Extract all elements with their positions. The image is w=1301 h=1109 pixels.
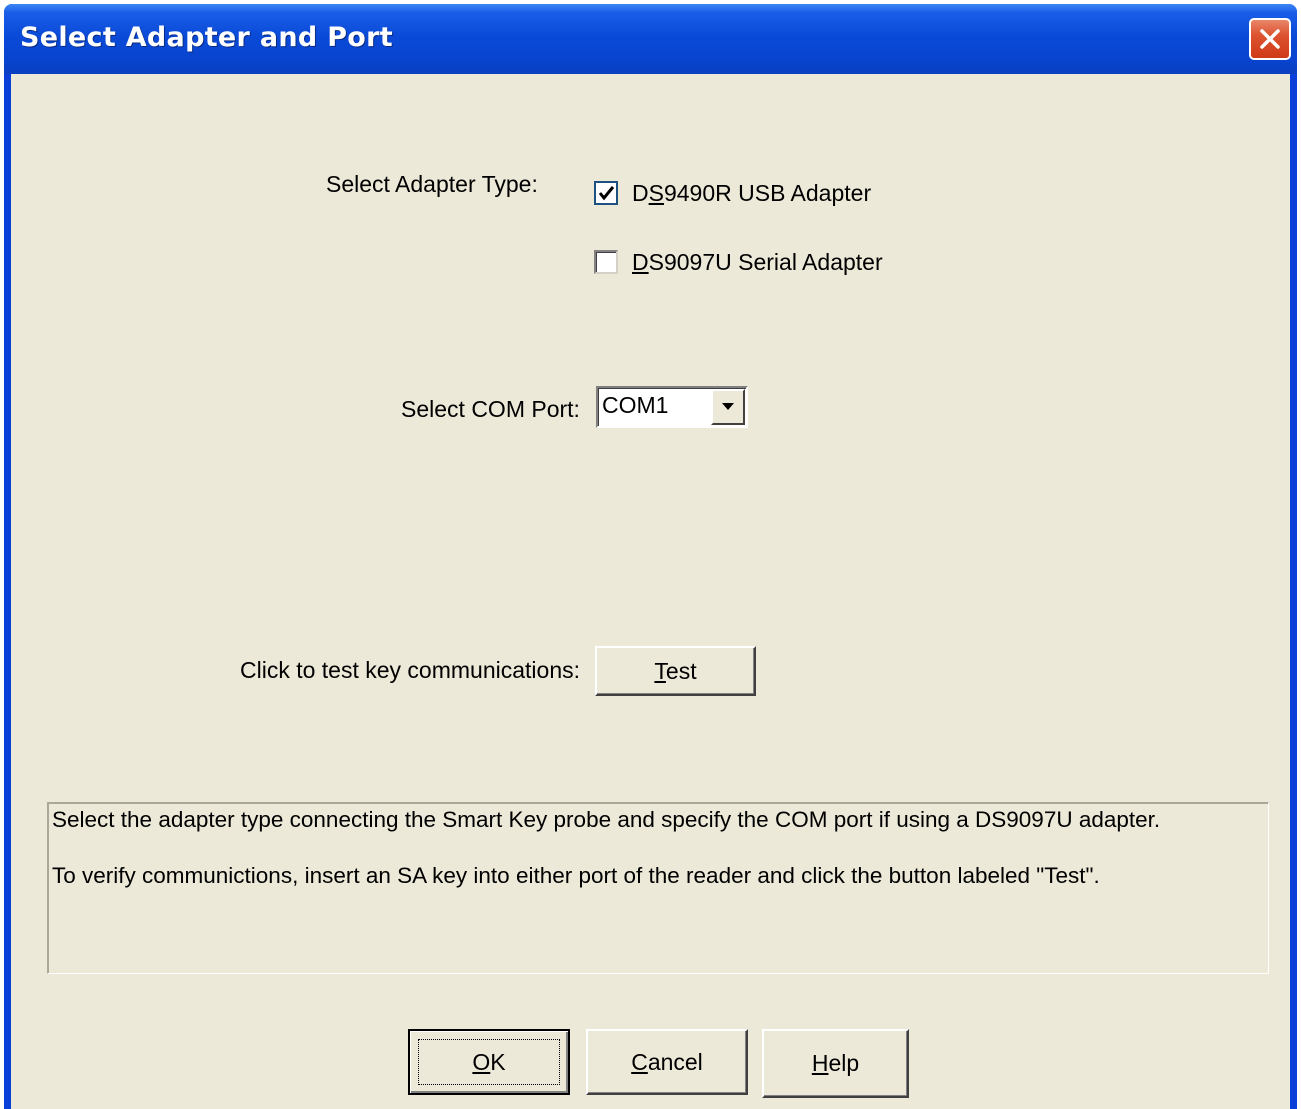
ok-button[interactable]: OK bbox=[408, 1029, 570, 1095]
cancel-button[interactable]: Cancel bbox=[586, 1029, 748, 1095]
cancel-button-label: Cancel bbox=[631, 1048, 703, 1075]
dialog-body: Select Adapter Type: DS9490R USB Adapter… bbox=[11, 74, 1290, 1109]
close-button[interactable] bbox=[1249, 18, 1291, 60]
test-label: Click to test key communications: bbox=[240, 657, 581, 683]
checkmark-icon bbox=[598, 186, 615, 201]
window-title: Select Adapter and Port bbox=[20, 22, 393, 53]
title-bar[interactable]: Select Adapter and Port bbox=[4, 4, 1297, 74]
adapter-type-label: Select Adapter Type: bbox=[326, 171, 538, 197]
checkbox-box[interactable] bbox=[594, 250, 618, 274]
com-port-value: COM1 bbox=[602, 392, 669, 418]
test-button-label: Test bbox=[654, 657, 697, 684]
focus-rectangle bbox=[418, 1039, 560, 1085]
checkbox-label: DS9097U Serial Adapter bbox=[632, 248, 883, 275]
info-text-line-1: Select the adapter type connecting the S… bbox=[52, 807, 1161, 832]
info-panel: Select the adapter type connecting the S… bbox=[47, 802, 1269, 974]
checkbox-label: DS9490R USB Adapter bbox=[632, 179, 872, 206]
test-button[interactable]: Test bbox=[595, 646, 756, 696]
checkbox-ds9097u[interactable]: DS9097U Serial Adapter bbox=[594, 247, 883, 277]
chevron-down-icon bbox=[722, 403, 734, 410]
close-icon bbox=[1260, 29, 1280, 49]
checkbox-ds9490r[interactable]: DS9490R USB Adapter bbox=[594, 178, 871, 208]
checkbox-box[interactable] bbox=[594, 181, 618, 205]
com-port-label: Select COM Port: bbox=[401, 396, 580, 422]
help-button[interactable]: Help bbox=[762, 1029, 909, 1098]
help-button-label: Help bbox=[811, 1050, 860, 1076]
dialog-window: Select Adapter and Port Select Adapter T… bbox=[4, 4, 1297, 1109]
info-text-line-2: To verify communictions, insert an SA ke… bbox=[52, 863, 1100, 888]
dropdown-button[interactable] bbox=[711, 389, 745, 425]
com-port-select[interactable]: COM1 bbox=[596, 386, 748, 428]
